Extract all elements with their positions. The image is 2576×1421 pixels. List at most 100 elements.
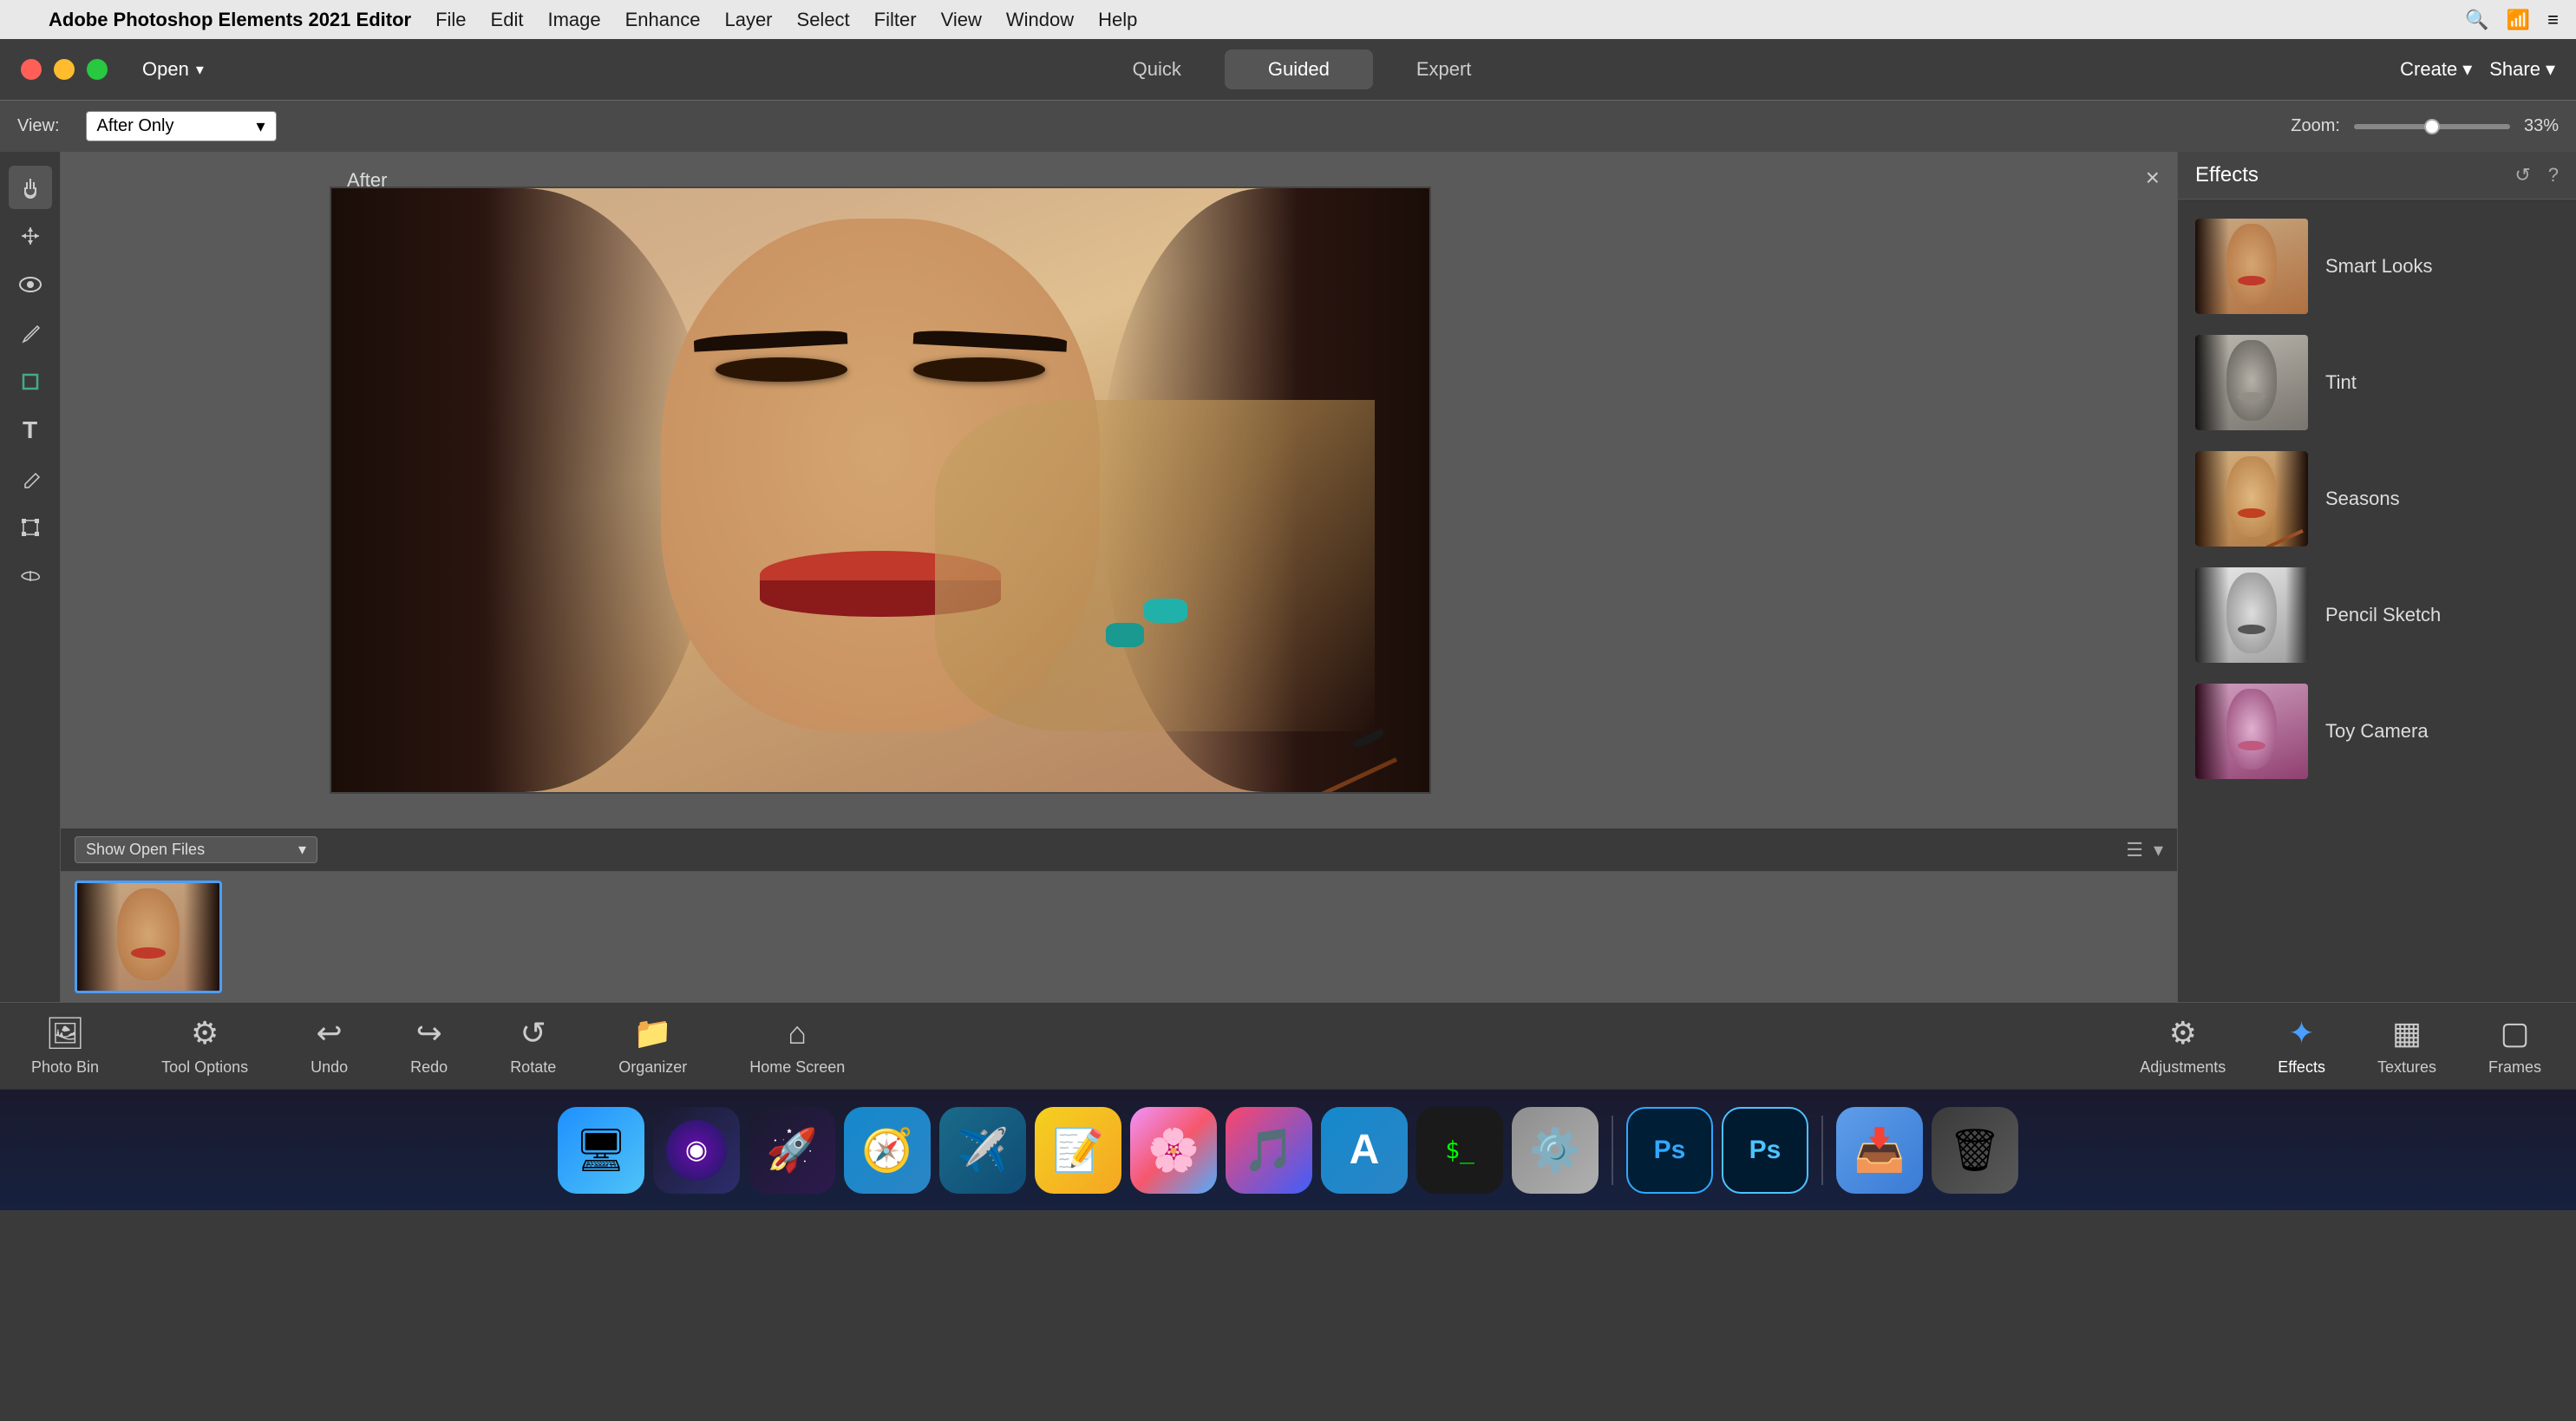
redo-button[interactable]: ↪ Redo xyxy=(379,1008,479,1084)
bin-icons: ☰ ▾ xyxy=(2126,839,2163,861)
frames-button[interactable]: ▢ Frames xyxy=(2462,1008,2567,1084)
dock-trash[interactable]: 🗑 xyxy=(1932,1107,2018,1194)
hand-tool[interactable] xyxy=(9,166,52,209)
move-tool[interactable] xyxy=(9,214,52,258)
tool-options-icon: ⚙ xyxy=(191,1015,219,1051)
dock-ps-elements-2[interactable]: Ps xyxy=(1722,1107,1808,1194)
photo-bin-icon: 🖼 xyxy=(45,1015,85,1051)
crop-tool[interactable] xyxy=(9,360,52,403)
menu-file[interactable]: File xyxy=(435,9,466,31)
terminal-icon: $_ xyxy=(1445,1136,1474,1164)
menu-window[interactable]: Window xyxy=(1006,9,1074,31)
effects-help-button[interactable]: ? xyxy=(2548,164,2559,187)
rotate-button[interactable]: ↺ Rotate xyxy=(479,1008,587,1084)
dock-system-preferences[interactable]: ⚙️ xyxy=(1512,1107,1599,1194)
menu-edit[interactable]: Edit xyxy=(491,9,524,31)
effects-refresh-button[interactable]: ↺ xyxy=(2514,164,2530,187)
tool-options-button[interactable]: ⚙ Tool Options xyxy=(130,1008,279,1084)
siri-icon: ◉ xyxy=(666,1120,727,1181)
zoom-thumb[interactable] xyxy=(2424,119,2440,134)
photo-bin-button[interactable]: 🖼 Photo Bin xyxy=(0,1008,130,1084)
tab-guided[interactable]: Guided xyxy=(1225,49,1373,89)
create-chevron-icon: ▾ xyxy=(2462,58,2472,81)
dock-terminal[interactable]: $_ xyxy=(1416,1107,1503,1194)
traffic-lights xyxy=(21,59,108,80)
close-canvas-button[interactable]: × xyxy=(2146,164,2160,192)
zoom-label: Zoom: xyxy=(2291,116,2340,136)
tab-quick[interactable]: Quick xyxy=(1089,49,1225,89)
dock-notes[interactable]: 📝 xyxy=(1035,1107,1121,1194)
close-window-button[interactable] xyxy=(21,59,42,80)
view-label: View: xyxy=(17,116,60,136)
dock-finder[interactable]: 🖥 xyxy=(558,1107,644,1194)
left-toolbar: T xyxy=(0,152,61,1002)
adjustments-icon: ⚙ xyxy=(2169,1015,2197,1051)
downloads-folder-icon: 📥 xyxy=(1854,1125,1906,1175)
app-name: Adobe Photoshop Elements 2021 Editor xyxy=(49,9,411,31)
photo-bin-container: Show Open Files ▾ ☰ ▾ xyxy=(61,828,2177,1002)
eye-icon xyxy=(18,277,42,292)
dock-downloads-folder[interactable]: 📥 xyxy=(1836,1107,1923,1194)
search-icon[interactable]: 🔍 xyxy=(2465,9,2488,31)
dock-music[interactable]: 🎵 xyxy=(1226,1107,1312,1194)
effect-thumb-image-toy xyxy=(2195,684,2308,779)
undo-button[interactable]: ↩ Undo xyxy=(279,1008,379,1084)
mac-dock: 🖥 ◉ 🚀 🧭 ✈️ 📝 🌸 🎵 A $_ ⚙️ Ps Ps 📥 🗑 xyxy=(0,1089,2576,1210)
share-chevron-icon: ▾ xyxy=(2546,58,2555,81)
open-button[interactable]: Open ▾ xyxy=(142,58,204,81)
textures-button[interactable]: ▦ Textures xyxy=(2351,1008,2462,1084)
create-button[interactable]: Create ▾ xyxy=(2400,58,2472,81)
effects-header: Effects ↺ ? xyxy=(2178,152,2576,200)
effect-item-seasons[interactable]: Seasons xyxy=(2178,441,2576,557)
transform-tool[interactable] xyxy=(9,506,52,549)
fullscreen-window-button[interactable] xyxy=(87,59,108,80)
dock-app-store[interactable]: A xyxy=(1321,1107,1408,1194)
canvas-area: After × xyxy=(61,152,2177,1002)
effect-item-toy-camera[interactable]: Toy Camera xyxy=(2178,673,2576,789)
tab-expert[interactable]: Expert xyxy=(1373,49,1515,89)
effect-item-tint[interactable]: Tint xyxy=(2178,324,2576,441)
effects-button[interactable]: ✦ Effects xyxy=(2252,1008,2351,1084)
thumbnail-item[interactable] xyxy=(75,881,222,993)
menu-select[interactable]: Select xyxy=(797,9,850,31)
dock-siri[interactable]: ◉ xyxy=(653,1107,740,1194)
photo-image xyxy=(331,188,1429,792)
show-open-files-dropdown[interactable]: Show Open Files ▾ xyxy=(75,836,317,863)
text-tool[interactable]: T xyxy=(9,409,52,452)
organizer-button[interactable]: 📁 Organizer xyxy=(587,1008,718,1084)
bin-list-icon[interactable]: ☰ xyxy=(2126,839,2143,861)
eraser-tool[interactable] xyxy=(9,457,52,501)
dock-photos[interactable]: 🌸 xyxy=(1130,1107,1217,1194)
dock-ps-elements-1[interactable]: Ps xyxy=(1626,1107,1713,1194)
menu-layer[interactable]: Layer xyxy=(724,9,772,31)
warp-tool[interactable] xyxy=(9,554,52,598)
ps-elements-1-icon: Ps xyxy=(1654,1136,1686,1165)
bin-grid-icon[interactable]: ▾ xyxy=(2154,839,2163,861)
move-icon xyxy=(18,224,42,248)
share-button[interactable]: Share ▾ xyxy=(2489,58,2555,81)
effect-item-pencil-sketch[interactable]: Pencil Sketch xyxy=(2178,557,2576,673)
notes-icon: 📝 xyxy=(1052,1125,1104,1175)
wifi-icon: 📶 xyxy=(2507,9,2530,31)
menu-enhance[interactable]: Enhance xyxy=(625,9,701,31)
effect-thumb-seasons xyxy=(2195,451,2308,547)
eye-tool[interactable] xyxy=(9,263,52,306)
photos-icon: 🌸 xyxy=(1147,1125,1200,1175)
menu-view[interactable]: View xyxy=(941,9,982,31)
brush-tool[interactable] xyxy=(9,311,52,355)
minimize-window-button[interactable] xyxy=(54,59,75,80)
klack-icon: ✈️ xyxy=(957,1125,1009,1175)
adjustments-button[interactable]: ⚙ Adjustments xyxy=(2114,1008,2252,1084)
dock-safari[interactable]: 🧭 xyxy=(844,1107,931,1194)
view-dropdown[interactable]: After Only ▾ xyxy=(86,111,277,141)
zoom-slider[interactable] xyxy=(2354,124,2510,129)
effect-item-smart-looks[interactable]: Smart Looks xyxy=(2178,208,2576,324)
menu-image[interactable]: Image xyxy=(547,9,600,31)
organizer-icon: 📁 xyxy=(633,1015,672,1051)
dock-rocket[interactable]: 🚀 xyxy=(749,1107,835,1194)
menu-help[interactable]: Help xyxy=(1098,9,1137,31)
home-screen-button[interactable]: ⌂ Home Screen xyxy=(718,1008,876,1084)
menu-filter[interactable]: Filter xyxy=(874,9,917,31)
dock-klack[interactable]: ✈️ xyxy=(939,1107,1026,1194)
textures-icon: ▦ xyxy=(2392,1015,2422,1051)
